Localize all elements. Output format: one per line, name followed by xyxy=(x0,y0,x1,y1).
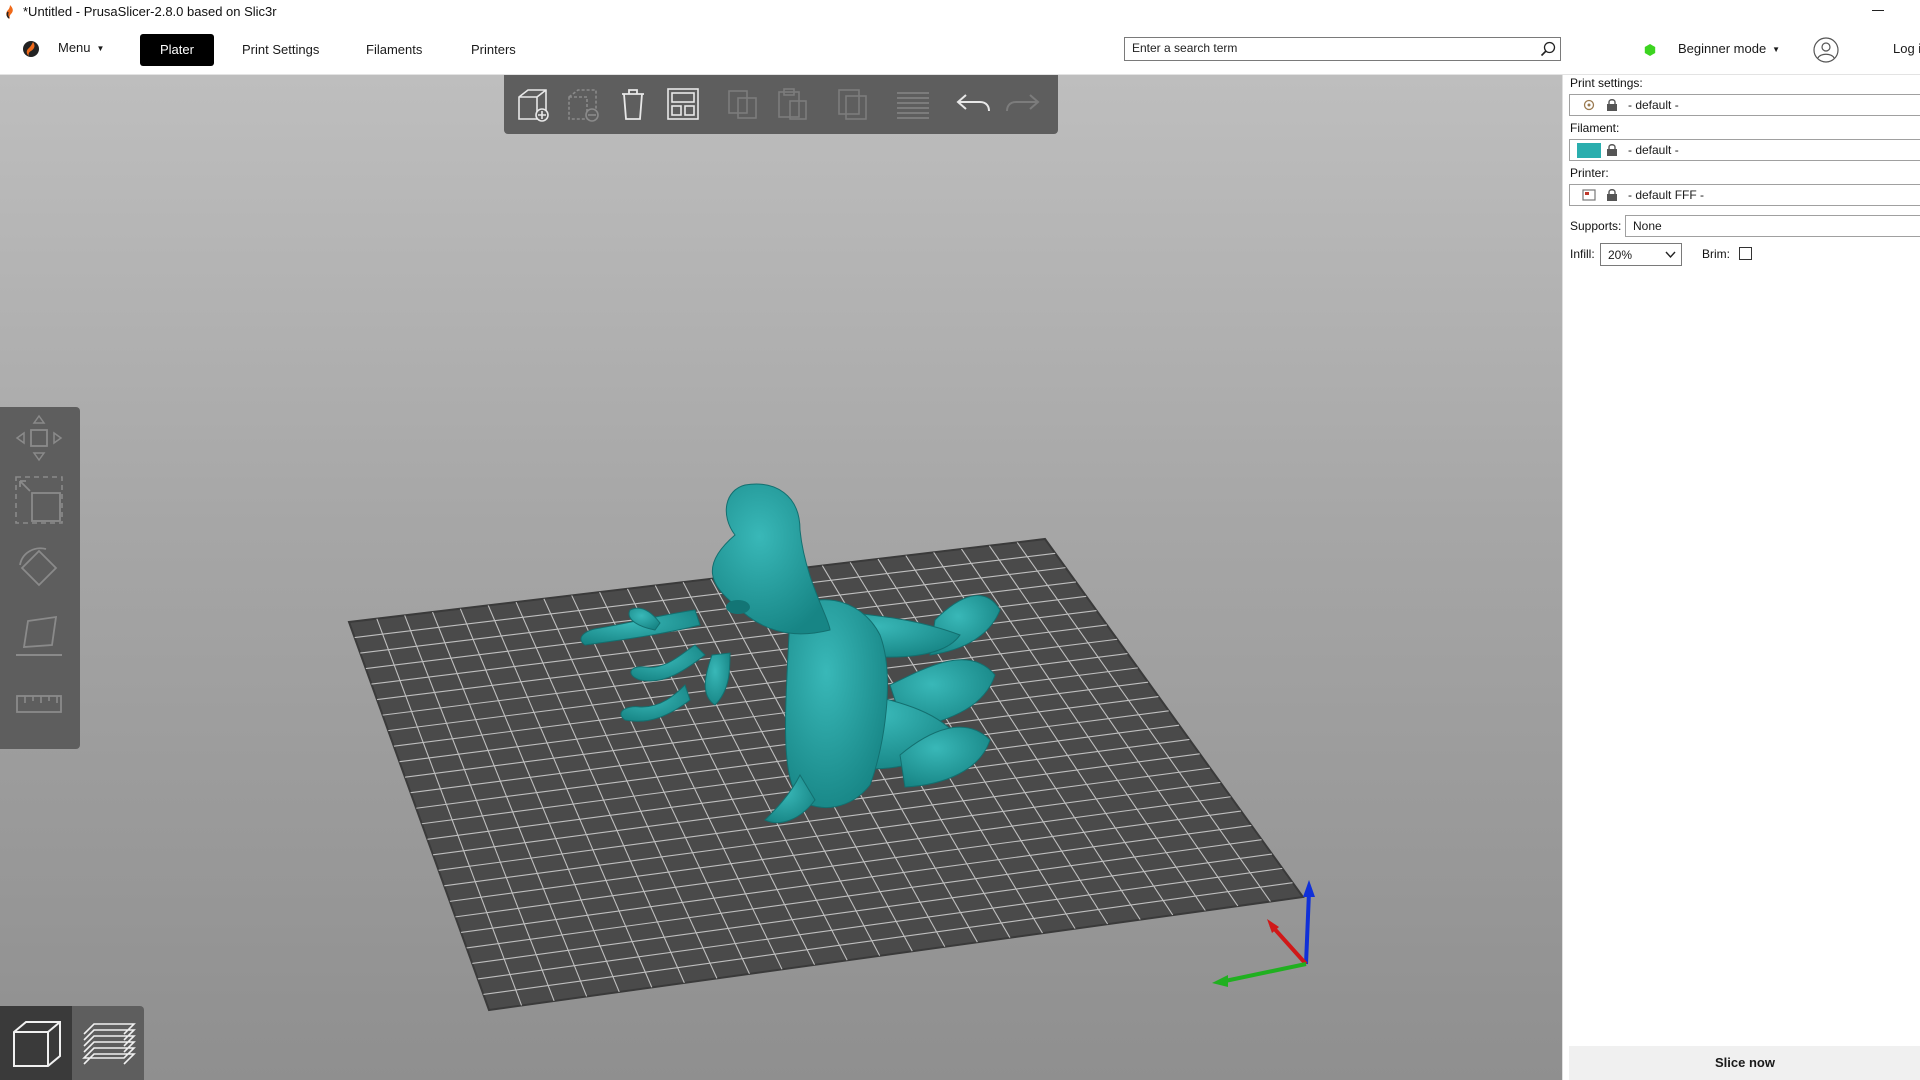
undo-button[interactable] xyxy=(954,85,992,123)
ruler-icon xyxy=(16,695,62,713)
lock-icon xyxy=(1607,189,1617,201)
redo-icon xyxy=(1006,94,1040,112)
lock-icon xyxy=(1607,144,1617,156)
brim-checkbox[interactable] xyxy=(1739,247,1752,260)
print-settings-label: Print settings: xyxy=(1570,76,1643,90)
left-toolbar xyxy=(0,407,80,749)
supports-combo[interactable]: None xyxy=(1625,215,1920,237)
3d-view-button[interactable] xyxy=(0,1006,72,1080)
infill-value: 20% xyxy=(1608,248,1633,262)
settings-sidebar: Print settings: - default - Filament: - … xyxy=(1562,75,1920,1080)
lock-icon xyxy=(1607,99,1617,111)
copy-button[interactable] xyxy=(724,85,762,123)
add-object-button[interactable] xyxy=(514,85,552,123)
measure-tool-button[interactable] xyxy=(14,679,64,729)
scale-icon xyxy=(15,476,63,524)
delete-object-icon xyxy=(568,89,599,122)
preview-button[interactable] xyxy=(72,1006,144,1080)
filament-combo[interactable]: - default - xyxy=(1569,139,1920,161)
filament-value: - default - xyxy=(1628,143,1679,157)
mode-indicator-icon xyxy=(1644,44,1656,56)
mode-label: Beginner mode xyxy=(1678,41,1767,56)
title-bar: *Untitled - PrusaSlicer-2.8.0 based on S… xyxy=(0,0,1920,24)
add-object-icon xyxy=(518,89,549,122)
tab-printers[interactable]: Printers xyxy=(451,34,536,66)
arrange-icon xyxy=(667,88,699,120)
gear-icon xyxy=(1583,99,1595,111)
search-icon[interactable] xyxy=(1540,41,1556,57)
login-link[interactable]: Log in xyxy=(1893,41,1920,56)
tab-print-settings[interactable]: Print Settings xyxy=(222,34,339,66)
tab-filaments[interactable]: Filaments xyxy=(346,34,442,66)
printer-value: - default FFF - xyxy=(1628,188,1705,202)
mode-selector[interactable]: Beginner mode ▼ xyxy=(1678,41,1780,56)
paste-icon xyxy=(778,88,807,120)
search-input[interactable] xyxy=(1125,38,1529,58)
prusaslicer-logo-icon xyxy=(6,5,13,19)
place-on-face-tool-button[interactable] xyxy=(14,611,64,661)
chevron-down-icon: ▼ xyxy=(1772,45,1781,55)
printer-icon xyxy=(1582,189,1596,201)
slice-now-label: Slice now xyxy=(1715,1055,1775,1070)
arrange-button[interactable] xyxy=(664,85,702,123)
slice-now-button[interactable]: Slice now xyxy=(1569,1046,1920,1080)
chevron-down-icon: ▼ xyxy=(96,44,105,54)
filament-label: Filament: xyxy=(1570,121,1620,135)
view-toggle xyxy=(0,1006,144,1080)
window-title: *Untitled - PrusaSlicer-2.8.0 based on S… xyxy=(23,4,277,19)
delete-object-button[interactable] xyxy=(564,85,602,123)
rotate-icon xyxy=(19,547,58,587)
layers-icon xyxy=(897,92,929,119)
move-tool-button[interactable] xyxy=(14,413,64,463)
cube-icon xyxy=(13,1021,61,1067)
printer-combo[interactable]: - default FFF - xyxy=(1569,184,1920,206)
trash-icon xyxy=(622,89,644,120)
print-settings-value: - default - xyxy=(1628,98,1679,112)
variable-layer-height-button[interactable] xyxy=(894,85,932,123)
rotate-tool-button[interactable] xyxy=(14,543,64,593)
infill-label: Infill: xyxy=(1570,247,1595,261)
redo-button[interactable] xyxy=(1004,85,1042,123)
chevron-down-icon xyxy=(1665,251,1676,259)
add-instance-button[interactable] xyxy=(834,85,872,123)
user-account-icon[interactable] xyxy=(1813,37,1839,63)
prusaslicer-logo-icon xyxy=(23,41,39,57)
paste-button[interactable] xyxy=(774,85,812,123)
plater-scene xyxy=(347,483,1315,1012)
infill-combo[interactable]: 20% xyxy=(1600,243,1682,266)
top-toolbar xyxy=(504,75,1058,134)
tab-plater[interactable]: Plater xyxy=(140,34,214,66)
supports-label: Supports: xyxy=(1570,219,1622,233)
copy-icon xyxy=(728,90,757,119)
undo-icon xyxy=(956,94,990,112)
menu-label: Menu xyxy=(58,40,91,55)
printer-label: Printer: xyxy=(1570,166,1609,180)
minimize-button[interactable] xyxy=(1872,0,1886,20)
menu-button[interactable]: Menu ▼ xyxy=(58,40,104,55)
print-settings-combo[interactable]: - default - xyxy=(1569,94,1920,116)
delete-all-button[interactable] xyxy=(614,85,652,123)
scale-tool-button[interactable] xyxy=(14,475,64,525)
search-field[interactable] xyxy=(1124,37,1561,61)
3d-viewport[interactable] xyxy=(0,75,1562,1080)
add-instance-icon xyxy=(838,89,867,120)
supports-value: None xyxy=(1633,219,1662,233)
filament-color-swatch xyxy=(1577,143,1601,158)
top-navigation: Menu ▼ Plater Print Settings Filaments Pr… xyxy=(0,24,1920,75)
brim-label: Brim: xyxy=(1702,247,1730,261)
layers-preview-icon xyxy=(82,1023,136,1065)
move-icon xyxy=(15,414,63,462)
place-on-face-icon xyxy=(16,615,62,656)
